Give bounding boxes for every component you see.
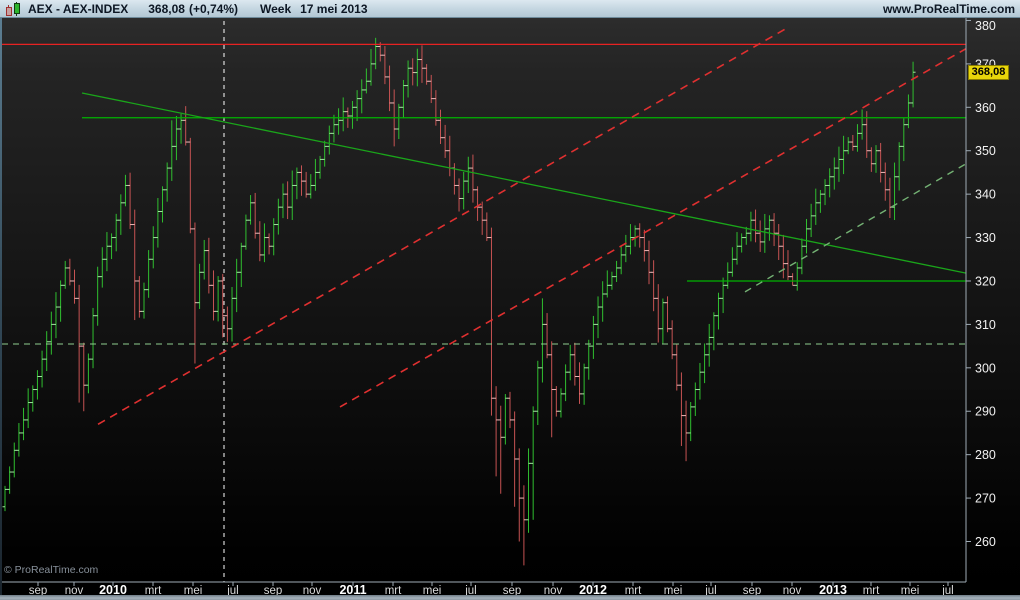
symbol-title: AEX - AEX-INDEX (28, 2, 128, 16)
svg-text:380: 380 (975, 19, 996, 33)
svg-text:280: 280 (975, 448, 996, 462)
logo-green-candle (14, 3, 20, 14)
price-chart[interactable]: 380370360350340330320310300290280270260s… (0, 0, 1020, 600)
svg-text:310: 310 (975, 318, 996, 332)
svg-text:320: 320 (975, 274, 996, 288)
svg-text:270: 270 (975, 492, 996, 506)
title-bar: AEX - AEX-INDEX 368,08 (+0,74%) Week 17 … (0, 0, 1020, 18)
logo-red-candle (6, 7, 12, 16)
svg-text:300: 300 (975, 361, 996, 375)
watermark: © ProRealTime.com (4, 564, 98, 576)
prorealtime-window: 380370360350340330320310300290280270260s… (0, 0, 1020, 600)
svg-text:360: 360 (975, 101, 996, 115)
svg-text:340: 340 (975, 188, 996, 202)
timeframe-label: Week (260, 2, 291, 16)
last-price: 368,08 (148, 2, 185, 16)
svg-text:290: 290 (975, 405, 996, 419)
window-bottom-edge (0, 595, 1020, 600)
svg-text:330: 330 (975, 231, 996, 245)
last-price-tag: 368,08 (968, 65, 1009, 80)
chart-area: 380370360350340330320310300290280270260s… (0, 0, 1020, 600)
candlestick-logo-icon (5, 2, 22, 16)
window-left-edge (0, 17, 2, 595)
price-change: (+0,74%) (189, 2, 238, 16)
last-bar-date: 17 mei 2013 (300, 2, 367, 16)
svg-text:260: 260 (975, 535, 996, 549)
website-link[interactable]: www.ProRealTime.com (883, 2, 1015, 16)
svg-text:350: 350 (975, 144, 996, 158)
